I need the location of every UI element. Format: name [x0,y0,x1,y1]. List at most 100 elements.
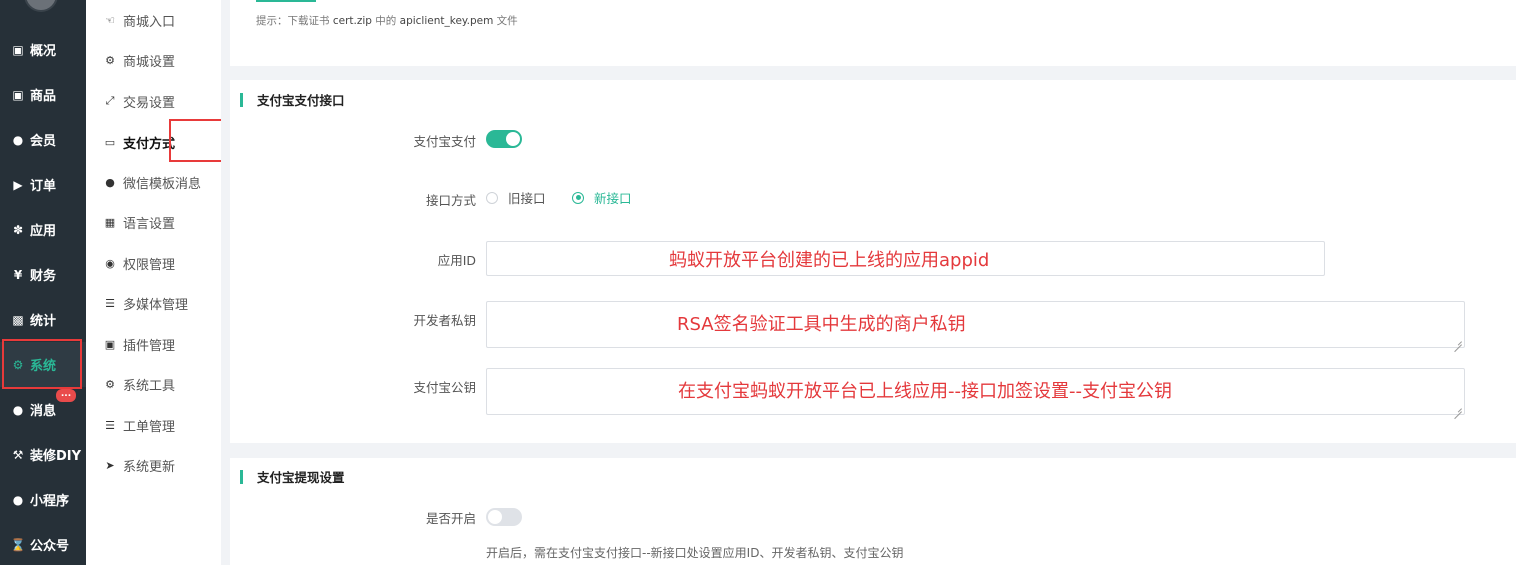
nav-item-miniprogram[interactable]: ● 小程序 [0,477,86,522]
hammer-icon: ⚒ [12,447,24,462]
app-id-annotation: 蚂蚁开放平台创建的已上线的应用appid [669,250,990,271]
nav-item-apps[interactable]: ✽ 应用 [0,207,86,252]
mask-icon: ◉ [105,256,115,270]
nav-item-label: 订单 [30,179,57,194]
nav-item-finance[interactable]: ¥ 财务 [0,252,86,297]
subnav-item-plugins[interactable]: ▣ 插件管理 [86,324,221,364]
message-badge: ... [56,389,76,402]
cart-icon: ▶ [13,177,23,192]
nav-item-members[interactable]: ● 会员 [0,117,86,162]
app-id-input[interactable]: 蚂蚁开放平台创建的已上线的应用appid [486,241,1325,276]
subnav-item-label: 商城设置 [123,54,176,70]
nav-item-overview[interactable]: ▣ 概况 [0,27,86,72]
mode-radio-new[interactable]: 新接口 [572,188,632,207]
mode-label: 接口方式 [425,193,476,208]
private-key-textarea[interactable]: RSA签名验证工具中生成的商户私钥 [486,301,1465,348]
translate-icon: ▦ [104,215,116,229]
private-key-annotation: RSA签名验证工具中生成的商户私钥 [677,314,966,335]
dashboard-icon: ▣ [12,42,24,57]
alipay-pay-toggle[interactable] [486,130,522,148]
nav-item-stats[interactable]: ▩ 统计 [0,297,86,342]
subnav-item-system-tools[interactable]: ⚙ 系统工具 [86,364,221,404]
cert-hint-suffix: 文件 [493,15,518,27]
subnav-item-label: 权限管理 [123,257,176,273]
mode-radio-new-label: 新接口 [594,191,632,206]
wechat-pay-panel-tail [230,0,1516,66]
nav-item-label: 概况 [30,44,57,59]
subnav-item-language[interactable]: ▦ 语言设置 [86,202,221,242]
wechat-icon: ● [105,175,115,189]
credit-card-icon: ▭ [104,135,116,149]
subnav-item-label: 语言设置 [123,216,176,232]
system-subnav: ☜ 商城入口 ⚙ 商城设置 ⤢ 交易设置 ▭ 支付方式 ● 微信模板消息 ▦ 语… [86,0,297,565]
nav-item-goods[interactable]: ▣ 商品 [0,72,86,117]
cert-hint-prefix: 提示：下载证书 [256,15,333,27]
apps-icon: ✽ [12,222,24,237]
nav-item-label: 公众号 [30,539,70,554]
nav-item-label: 财务 [30,269,57,284]
subnav-item-label: 系统工具 [123,378,176,394]
resize-handle[interactable] [1454,404,1462,412]
nav-item-label: 应用 [30,224,57,239]
mode-radio-old-label: 旧接口 [508,191,546,206]
hourglass-icon: ⌛ [10,537,26,552]
pointer-hand-icon: ☜ [105,13,115,27]
gear-icon: ⚙ [105,53,115,67]
mode-radio-old[interactable]: 旧接口 [486,188,546,207]
subnav-item-store-entry[interactable]: ☜ 商城入口 [86,0,221,40]
cert-hint-middle: 中的 [371,15,400,27]
subnav-item-label: 工单管理 [123,419,176,435]
alipay-pay-label: 支付宝支付 [413,134,476,149]
paper-plane-icon: ➤ [105,458,115,472]
compress-icon: ⤢ [105,94,115,107]
subnav-divider [221,0,230,565]
resize-handle[interactable] [1454,337,1462,345]
nav-item-label: 统计 [30,314,57,329]
private-key-label: 开发者私钥 [413,313,476,328]
nav-item-decoration[interactable]: ⚒ 装修DIY [0,432,86,477]
nav-item-label: 会员 [30,134,57,149]
subnav-item-label: 支付方式 [123,136,176,152]
cert-hint: 提示：下载证书 cert.zip 中的 apiclient_key.pem 文件 [256,13,518,28]
subnav-item-tickets[interactable]: ☰ 工单管理 [86,405,221,445]
list-icon: ☰ [105,296,115,310]
subnav-item-label: 多媒体管理 [123,297,189,313]
public-key-textarea[interactable]: 在支付宝蚂蚁开放平台已上线应用--接口加签设置--支付宝公钥 [486,368,1465,415]
radio-dot [572,191,584,204]
gear-icon: ⚙ [105,377,115,391]
yen-icon: ¥ [13,267,23,282]
subnav-item-label: 商城入口 [123,14,176,30]
puzzle-icon: ▣ [104,337,116,351]
nav-item-orders[interactable]: ▶ 订单 [0,162,86,207]
nav-item-label: 装修DIY [30,449,82,464]
box-icon: ▣ [12,87,24,102]
cert-hint-file: cert.zip [332,15,372,27]
public-key-label: 支付宝公钥 [413,380,476,395]
cert-hint-key: apiclient_key.pem [399,15,494,27]
subnav-item-wechat-template[interactable]: ● 微信模板消息 [86,162,221,202]
withdraw-enable-toggle[interactable] [486,508,522,526]
withdraw-section-title-text: 支付宝提现设置 [257,470,345,485]
withdraw-section-title: 支付宝提现设置 [240,467,345,486]
chat-icon: ● [12,402,24,417]
nav-item-official-account[interactable]: ⌛ 公众号 [0,522,86,565]
withdraw-note: 开启后，需在支付宝支付接口--新接口处设置应用ID、开发者私钥、支付宝公钥 [486,546,904,560]
subnav-item-media[interactable]: ☰ 多媒体管理 [86,283,221,323]
alipay-section-title: 支付宝支付接口 [240,90,345,109]
withdraw-enable-label: 是否开启 [425,511,476,526]
wechat-icon: ● [12,492,24,507]
subnav-item-permissions[interactable]: ◉ 权限管理 [86,243,221,283]
subnav-item-trade-settings[interactable]: ⤢ 交易设置 [86,81,221,121]
avatar[interactable] [24,0,58,12]
alipay-section-title-text: 支付宝支付接口 [257,93,345,108]
subnav-item-label: 插件管理 [123,338,176,354]
users-icon: ● [12,132,24,147]
subnav-item-store-settings[interactable]: ⚙ 商城设置 [86,40,221,80]
nav-item-label: 消息 [30,404,57,419]
bar-chart-icon: ▩ [12,312,24,327]
public-key-annotation: 在支付宝蚂蚁开放平台已上线应用--接口加签设置--支付宝公钥 [678,381,1172,402]
green-bar [256,0,316,2]
subnav-item-system-update[interactable]: ➤ 系统更新 [86,445,221,485]
subnav-item-label: 交易设置 [123,95,176,111]
list-icon: ☰ [105,418,115,432]
